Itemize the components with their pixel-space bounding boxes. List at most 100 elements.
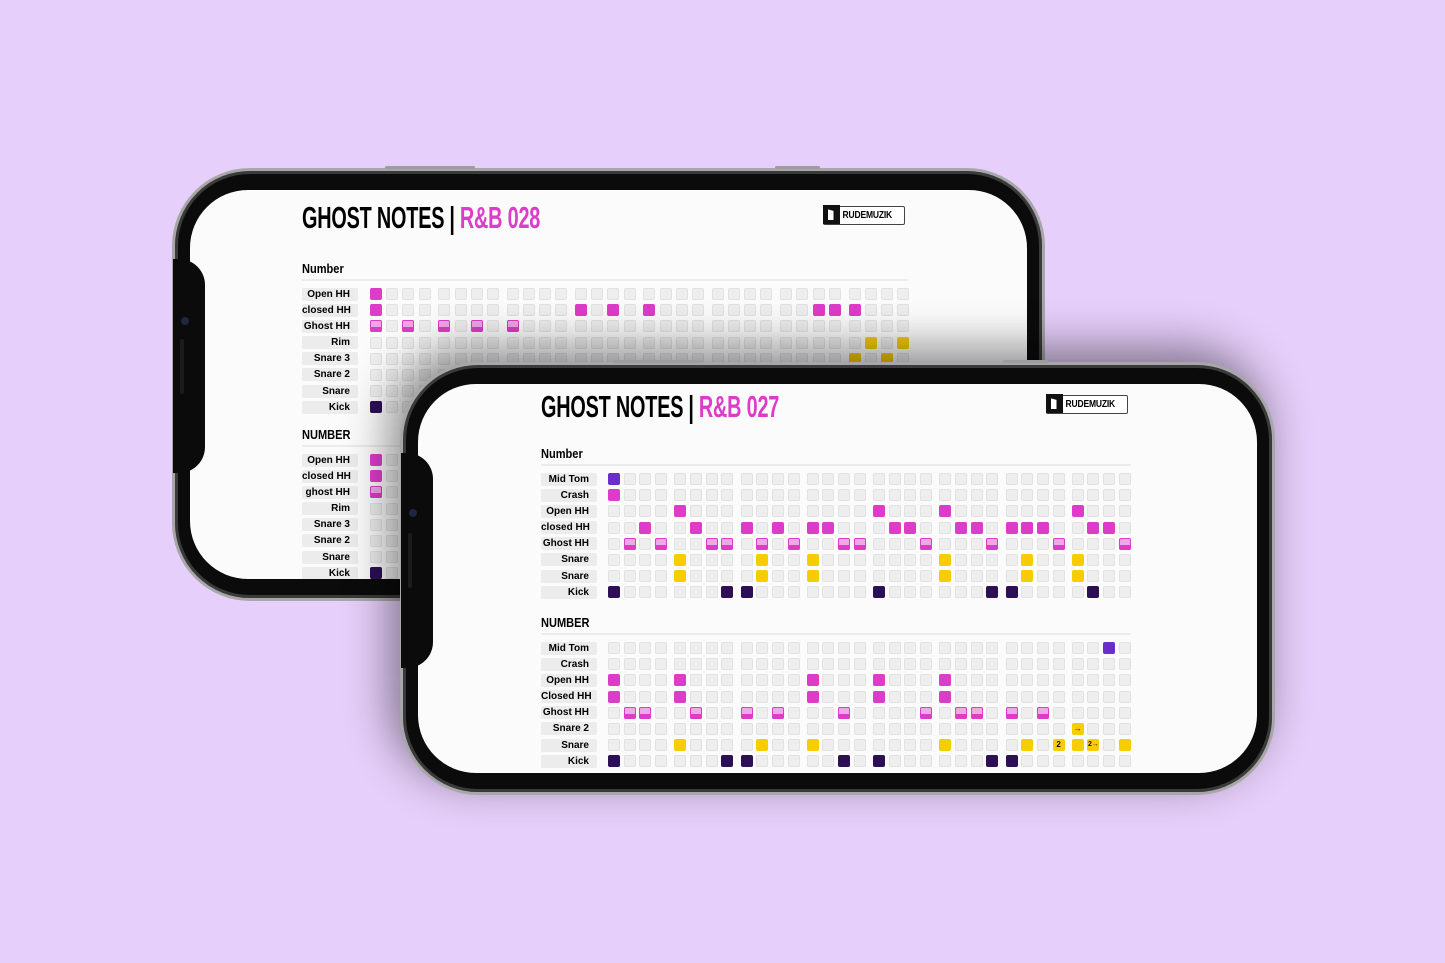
step-cell[interactable] bbox=[970, 642, 983, 654]
step-cell-active[interactable] bbox=[623, 537, 636, 550]
step-cell[interactable] bbox=[744, 336, 757, 349]
step-cell[interactable] bbox=[539, 288, 552, 300]
step-cell[interactable] bbox=[756, 674, 769, 687]
step-cell[interactable] bbox=[1005, 722, 1018, 735]
step-cell[interactable] bbox=[954, 473, 967, 485]
step-cell[interactable] bbox=[822, 505, 835, 518]
step-cell[interactable] bbox=[689, 489, 702, 502]
step-cell[interactable] bbox=[386, 336, 399, 349]
step-cell[interactable] bbox=[1021, 690, 1034, 703]
step-cell[interactable] bbox=[740, 722, 753, 735]
step-cell[interactable] bbox=[1036, 570, 1049, 583]
step-cell[interactable] bbox=[438, 288, 451, 300]
step-cell[interactable] bbox=[591, 288, 604, 300]
step-cell[interactable] bbox=[674, 473, 687, 485]
step-cell[interactable] bbox=[692, 336, 704, 349]
step-cell[interactable] bbox=[623, 505, 636, 518]
step-cell[interactable] bbox=[756, 690, 769, 703]
step-cell[interactable] bbox=[689, 586, 702, 599]
step-cell[interactable] bbox=[1021, 586, 1034, 599]
step-cell[interactable] bbox=[787, 755, 800, 768]
step-cell-active[interactable] bbox=[897, 336, 910, 349]
step-cell[interactable] bbox=[864, 304, 877, 317]
step-cell[interactable] bbox=[853, 553, 866, 566]
step-cell[interactable] bbox=[386, 385, 399, 398]
step-cell[interactable] bbox=[806, 537, 819, 550]
step-cell[interactable] bbox=[954, 570, 967, 583]
step-cell-active[interactable] bbox=[939, 739, 952, 752]
step-cell[interactable] bbox=[705, 690, 718, 703]
step-cell[interactable] bbox=[692, 320, 704, 333]
step-cell[interactable] bbox=[853, 473, 866, 485]
step-cell[interactable] bbox=[370, 352, 382, 365]
step-cell[interactable] bbox=[904, 537, 917, 550]
step-cell-active[interactable] bbox=[939, 553, 952, 566]
step-cell[interactable] bbox=[386, 288, 399, 300]
step-cell[interactable] bbox=[591, 336, 604, 349]
step-cell[interactable] bbox=[954, 739, 967, 752]
step-cell[interactable] bbox=[402, 352, 415, 365]
step-cell[interactable] bbox=[623, 755, 636, 768]
step-cell[interactable] bbox=[888, 755, 901, 768]
step-cell[interactable] bbox=[655, 739, 668, 752]
step-cell[interactable] bbox=[539, 320, 552, 333]
step-cell[interactable] bbox=[920, 690, 933, 703]
step-cell[interactable] bbox=[659, 336, 672, 349]
step-cell[interactable] bbox=[1103, 473, 1116, 485]
step-cell[interactable] bbox=[1005, 505, 1018, 518]
step-cell[interactable] bbox=[727, 320, 740, 333]
step-cell[interactable] bbox=[655, 505, 668, 518]
step-cell[interactable] bbox=[689, 658, 702, 671]
step-cell[interactable] bbox=[939, 755, 952, 768]
step-cell[interactable] bbox=[780, 336, 793, 349]
step-cell[interactable] bbox=[705, 553, 718, 566]
step-cell[interactable] bbox=[1021, 489, 1034, 502]
step-cell[interactable] bbox=[880, 304, 893, 317]
step-cell-active[interactable] bbox=[939, 690, 952, 703]
step-cell[interactable] bbox=[721, 570, 734, 583]
step-cell[interactable] bbox=[970, 505, 983, 518]
step-cell-active[interactable] bbox=[1071, 553, 1084, 566]
step-cell[interactable] bbox=[418, 288, 431, 300]
step-cell[interactable] bbox=[674, 642, 687, 654]
step-cell[interactable] bbox=[904, 658, 917, 671]
step-cell[interactable] bbox=[780, 288, 793, 300]
step-cell-active[interactable] bbox=[970, 521, 983, 534]
step-cell[interactable] bbox=[689, 642, 702, 654]
step-cell[interactable] bbox=[873, 706, 885, 719]
step-cell[interactable] bbox=[674, 521, 687, 534]
step-cell[interactable] bbox=[756, 473, 769, 485]
step-cell[interactable] bbox=[623, 570, 636, 583]
step-cell[interactable] bbox=[721, 473, 734, 485]
step-cell[interactable] bbox=[370, 368, 382, 381]
step-cell[interactable] bbox=[1087, 706, 1100, 719]
step-cell[interactable] bbox=[838, 586, 851, 599]
step-cell[interactable] bbox=[623, 473, 636, 485]
step-cell[interactable] bbox=[740, 674, 753, 687]
step-cell[interactable] bbox=[608, 521, 620, 534]
step-cell[interactable] bbox=[438, 352, 451, 365]
step-cell[interactable] bbox=[806, 505, 819, 518]
step-cell[interactable] bbox=[756, 706, 769, 719]
step-cell[interactable] bbox=[848, 320, 861, 333]
step-cell[interactable] bbox=[970, 755, 983, 768]
step-cell[interactable] bbox=[828, 288, 841, 300]
step-cell[interactable] bbox=[692, 288, 704, 300]
step-cell[interactable] bbox=[920, 642, 933, 654]
step-cell-active[interactable] bbox=[608, 690, 620, 703]
step-cell[interactable] bbox=[486, 288, 499, 300]
step-cell[interactable] bbox=[1052, 706, 1065, 719]
step-cell[interactable] bbox=[689, 537, 702, 550]
step-cell[interactable] bbox=[470, 336, 483, 349]
step-cell-active[interactable] bbox=[771, 521, 784, 534]
step-cell[interactable] bbox=[904, 505, 917, 518]
step-cell[interactable] bbox=[1103, 739, 1116, 752]
step-cell[interactable] bbox=[1118, 570, 1131, 583]
step-cell[interactable] bbox=[787, 586, 800, 599]
step-cell[interactable] bbox=[608, 537, 620, 550]
step-cell-active[interactable] bbox=[470, 320, 483, 333]
step-cell[interactable] bbox=[1087, 674, 1100, 687]
step-cell[interactable] bbox=[828, 320, 841, 333]
step-cell[interactable] bbox=[920, 521, 933, 534]
step-cell[interactable] bbox=[756, 489, 769, 502]
